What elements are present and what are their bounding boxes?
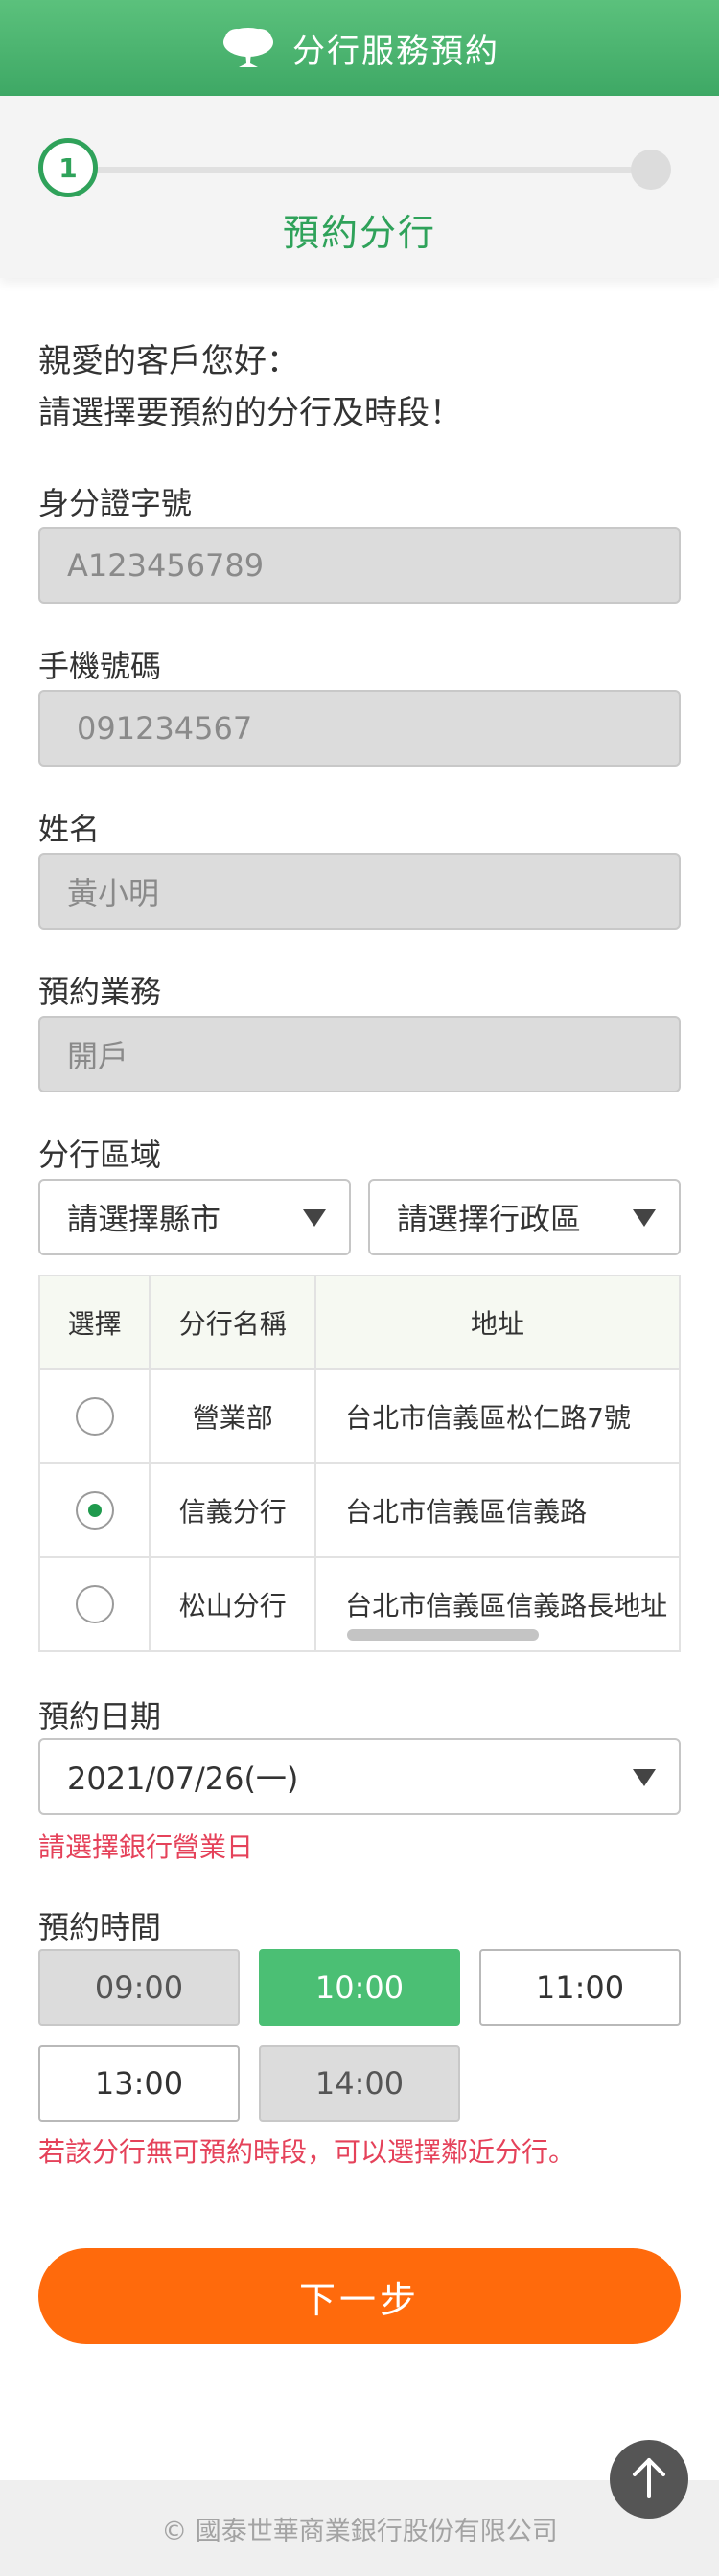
name-label: 姓名 <box>38 811 101 847</box>
time-slot-0900[interactable]: 09:00 <box>38 1949 240 2026</box>
branch-table: 選擇 分行名稱 地址 營業部 台北市信義區松仁路7號 信義分行 台北市信義區信義… <box>37 1275 681 1652</box>
column-header-select: 選擇 <box>37 1275 151 1370</box>
step-2-indicator <box>631 150 671 190</box>
branch-name: 信義分行 <box>149 1462 317 1558</box>
branch-radio-selected[interactable] <box>75 1491 114 1530</box>
greeting-text: 親愛的客戶您好： 請選擇要預約的分行及時段！ <box>38 335 462 439</box>
chevron-down-icon <box>303 1209 326 1227</box>
district-select-value: 請選擇行政區 <box>397 1201 582 1237</box>
branch-radio[interactable] <box>75 1397 114 1436</box>
date-hint: 請選擇銀行營業日 <box>38 1831 254 1863</box>
step-1-indicator: 1 <box>38 138 98 197</box>
stepper-line <box>96 167 633 172</box>
table-row[interactable]: 營業部 台北市信義區松仁路7號 <box>37 1368 681 1464</box>
arrow-up-icon <box>630 2456 668 2502</box>
column-header-branch-name: 分行名稱 <box>149 1275 317 1370</box>
app-header: 分行服務預約 <box>0 0 719 96</box>
service-field: 開戶 <box>38 1016 681 1092</box>
service-label: 預約業務 <box>38 974 162 1010</box>
table-row[interactable]: 信義分行 台北市信義區信義路 <box>37 1462 681 1558</box>
step-label: 預約分行 <box>282 212 436 254</box>
district-select[interactable]: 請選擇行政區 <box>368 1179 681 1255</box>
branch-name: 營業部 <box>149 1368 317 1464</box>
date-label: 預約日期 <box>38 1698 162 1735</box>
tree-logo-icon <box>220 24 277 72</box>
next-step-button[interactable]: 下一步 <box>38 2248 681 2344</box>
back-to-top-button[interactable] <box>610 2440 688 2518</box>
time-slot-1300[interactable]: 13:00 <box>38 2045 240 2122</box>
table-header-row: 選擇 分行名稱 地址 <box>37 1275 681 1370</box>
city-select[interactable]: 請選擇縣市 <box>38 1179 351 1255</box>
phone-label: 手機號碼 <box>38 648 162 684</box>
column-header-address: 地址 <box>314 1275 681 1370</box>
radio-cell[interactable] <box>37 1368 151 1464</box>
phone-field: 091234567 <box>38 690 681 767</box>
branch-address: 台北市信義區信義路 <box>314 1462 681 1558</box>
chevron-down-icon <box>633 1209 656 1227</box>
branch-radio[interactable] <box>75 1585 114 1623</box>
region-label: 分行區域 <box>38 1137 162 1173</box>
branch-address: 台北市信義區松仁路7號 <box>314 1368 681 1464</box>
branch-name: 松山分行 <box>149 1556 317 1652</box>
id-label: 身分證字號 <box>38 485 193 521</box>
page-title: 分行服務預約 <box>292 32 499 71</box>
time-label: 預約時間 <box>38 1909 162 1945</box>
name-field: 黃小明 <box>38 853 681 930</box>
time-slot-1100[interactable]: 11:00 <box>479 1949 681 2026</box>
horizontal-scrollbar[interactable] <box>347 1629 539 1641</box>
copyright-text: © 國泰世華商業銀行股份有限公司 <box>161 2516 558 2546</box>
greeting-line-1: 親愛的客戶您好： <box>38 342 299 380</box>
date-select-value: 2021/07/26(一) <box>67 1760 299 1797</box>
date-select[interactable]: 2021/07/26(一) <box>38 1738 681 1815</box>
radio-cell[interactable] <box>37 1462 151 1558</box>
time-slot-1400[interactable]: 14:00 <box>259 2045 460 2122</box>
time-slot-1000[interactable]: 10:00 <box>259 1949 460 2026</box>
chevron-down-icon <box>633 1769 656 1786</box>
progress-stepper: 1 預約分行 <box>0 96 719 278</box>
greeting-line-2: 請選擇要預約的分行及時段！ <box>38 394 462 432</box>
id-field: A123456789 <box>38 527 681 604</box>
radio-cell[interactable] <box>37 1556 151 1652</box>
time-hint: 若該分行無可預約時段，可以選擇鄰近分行。 <box>38 2136 576 2168</box>
footer: © 國泰世華商業銀行股份有限公司 <box>0 2480 719 2576</box>
city-select-value: 請選擇縣市 <box>67 1201 221 1237</box>
